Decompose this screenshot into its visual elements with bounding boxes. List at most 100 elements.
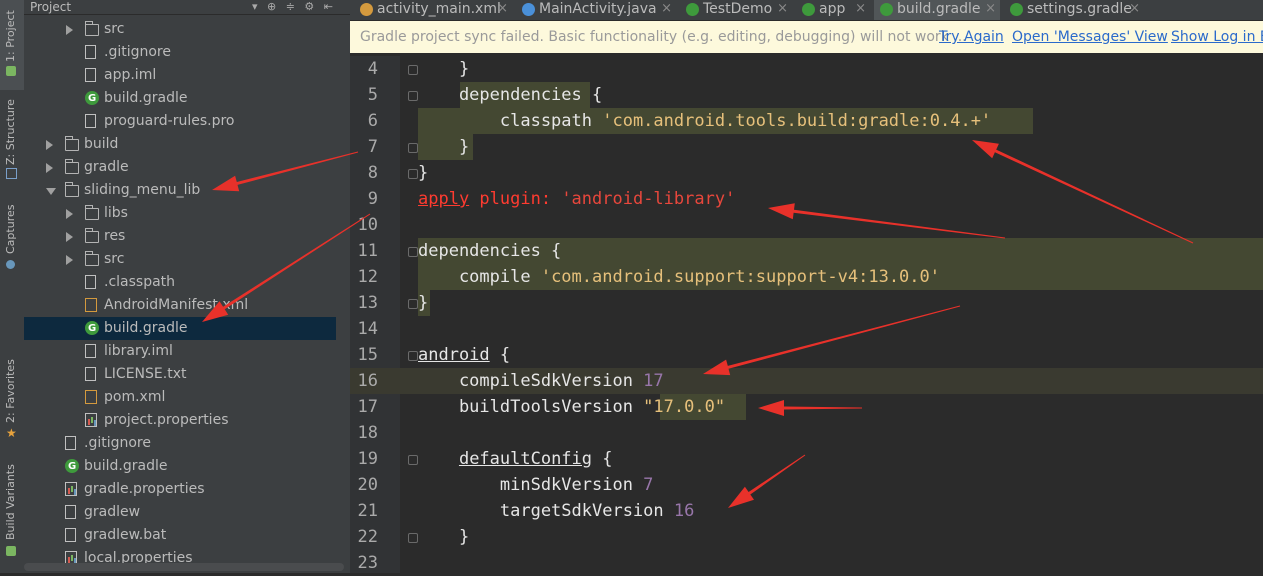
close-tab-icon[interactable]: × <box>661 0 672 18</box>
expand-closed-icon[interactable] <box>46 140 53 150</box>
tree-item[interactable]: app.iml <box>24 64 336 87</box>
editor-tab[interactable]: activity_main.xml × <box>354 0 512 20</box>
code-line[interactable]: 16 compileSdkVersion 17 <box>350 368 1263 394</box>
tree-item-label: build.gradle <box>104 90 188 106</box>
code-line[interactable]: 15 android { <box>350 342 1263 368</box>
tree-item[interactable]: build.gradle <box>24 455 336 478</box>
editor-tab[interactable]: app × <box>796 0 870 20</box>
tree-item[interactable]: project.properties <box>24 409 336 432</box>
code-line[interactable]: 8} <box>350 160 1263 186</box>
tree-item[interactable]: build.gradle <box>24 87 336 110</box>
tool-tab-favorites[interactable]: 2: Favorites ★ <box>0 355 24 445</box>
tree-item[interactable]: build <box>24 133 336 156</box>
expand-open-icon[interactable] <box>46 188 56 195</box>
show-log-link[interactable]: Show Log in E <box>1171 21 1263 53</box>
tree-item[interactable]: gradle <box>24 156 336 179</box>
code-line[interactable]: 13} <box>350 290 1263 316</box>
tree-item[interactable]: LICENSE.txt <box>24 363 336 386</box>
tool-tab-build-variants[interactable]: Build Variants <box>0 460 24 570</box>
code-token: plugin: <box>469 189 562 209</box>
code-line[interactable]: 20 minSdkVersion 7 <box>350 472 1263 498</box>
tree-item[interactable]: library.iml <box>24 340 336 363</box>
tree-item-label: build <box>84 136 119 152</box>
structure-icon <box>6 168 17 179</box>
code-line[interactable]: 18 <box>350 420 1263 446</box>
line-number: 8 <box>367 163 378 183</box>
fold-marker-icon[interactable] <box>408 143 418 153</box>
tree-item-label: .gitignore <box>104 44 171 60</box>
editor-tab[interactable]: TestDemo × <box>680 0 792 20</box>
close-tab-icon[interactable]: × <box>1129 0 1140 18</box>
code-line[interactable]: 23 <box>350 550 1263 576</box>
tree-item-label: .classpath <box>104 274 176 290</box>
code-line[interactable]: 4 } <box>350 56 1263 82</box>
tree-item[interactable]: res <box>24 225 336 248</box>
close-tab-icon[interactable]: × <box>497 0 508 18</box>
code-line[interactable]: 5 dependencies { <box>350 82 1263 108</box>
close-tab-icon[interactable]: × <box>985 0 996 18</box>
editor-tab[interactable]: MainActivity.java × <box>516 0 676 20</box>
tree-item[interactable]: build.gradle <box>24 317 336 340</box>
code-line[interactable]: 10 <box>350 212 1263 238</box>
tree-item[interactable]: .gitignore <box>24 432 336 455</box>
tree-item[interactable]: src <box>24 18 336 41</box>
expand-closed-icon[interactable] <box>66 232 73 242</box>
editor-tab-label: app <box>819 1 846 17</box>
code-line[interactable]: 9 apply plugin: 'android-library' <box>350 186 1263 212</box>
tool-tab-project[interactable]: 1: Project <box>0 0 24 90</box>
tree-item[interactable]: proguard-rules.pro <box>24 110 336 133</box>
code-line[interactable]: 19 defaultConfig { <box>350 446 1263 472</box>
code-token: defaultConfig <box>458 449 593 469</box>
tree-item[interactable]: src <box>24 248 336 271</box>
expand-closed-icon[interactable] <box>66 209 73 219</box>
fold-marker-icon[interactable] <box>408 455 418 465</box>
close-tab-icon[interactable]: × <box>777 0 788 18</box>
folder-icon <box>85 251 99 266</box>
tree-item[interactable]: gradle.properties <box>24 478 336 501</box>
editor-tab[interactable]: build.gradle × <box>874 0 1000 20</box>
tool-tab-label: Z: Structure <box>4 99 17 165</box>
horizontal-scrollbar[interactable] <box>24 563 344 571</box>
code-line[interactable]: 14 <box>350 316 1263 342</box>
expand-closed-icon[interactable] <box>66 255 73 265</box>
tree-item[interactable]: .classpath <box>24 271 336 294</box>
tree-item[interactable]: pom.xml <box>24 386 336 409</box>
editor-tab[interactable]: settings.gradle × <box>1004 0 1144 20</box>
tree-item[interactable]: libs <box>24 202 336 225</box>
tree-item[interactable]: gradlew.bat <box>24 524 336 547</box>
code-line[interactable]: 12 compile 'com.android.support:support-… <box>350 264 1263 290</box>
code-line[interactable]: 21 targetSdkVersion 16 <box>350 498 1263 524</box>
fold-marker-icon[interactable] <box>408 91 418 101</box>
code-token: 'android-library' <box>561 189 736 209</box>
code-line[interactable]: 22 } <box>350 524 1263 550</box>
tree-item[interactable]: .gitignore <box>24 41 336 64</box>
line-number: 23 <box>357 553 378 573</box>
tool-tab-structure[interactable]: Z: Structure <box>0 95 24 185</box>
fold-marker-icon[interactable] <box>408 247 418 257</box>
tree-item[interactable]: gradlew <box>24 501 336 524</box>
close-tab-icon[interactable]: × <box>855 0 866 18</box>
code-line[interactable]: 6 classpath 'com.android.tools.build:gra… <box>350 108 1263 134</box>
line-number: 16 <box>357 371 378 391</box>
panel-toolbar-icons[interactable]: ▾ ⊕ ≑ ⚙ ⇤ <box>252 0 336 14</box>
tree-item[interactable]: AndroidManifest.xml <box>24 294 336 317</box>
tool-tab-captures[interactable]: Captures <box>0 200 24 280</box>
code-line[interactable]: 11 dependencies { <box>350 238 1263 264</box>
code-line[interactable]: 17 buildToolsVersion "17.0.0" <box>350 394 1263 420</box>
expand-closed-icon[interactable] <box>46 163 53 173</box>
fold-marker-icon[interactable] <box>408 533 418 543</box>
expand-closed-icon[interactable] <box>66 25 73 35</box>
open-messages-link[interactable]: Open 'Messages' View <box>1012 21 1168 53</box>
fold-marker-icon[interactable] <box>408 351 418 361</box>
tree-item[interactable]: sliding_menu_lib <box>24 179 336 202</box>
code-line[interactable]: 7 } <box>350 134 1263 160</box>
try-again-link[interactable]: Try Again <box>939 21 1004 53</box>
fold-marker-icon[interactable] <box>408 299 418 309</box>
fold-marker-icon[interactable] <box>408 65 418 75</box>
file-icon <box>65 436 76 450</box>
code-text: } <box>418 290 428 316</box>
code-token: apply <box>418 189 470 209</box>
file-icon <box>85 114 96 128</box>
fold-marker-icon[interactable] <box>408 169 418 179</box>
